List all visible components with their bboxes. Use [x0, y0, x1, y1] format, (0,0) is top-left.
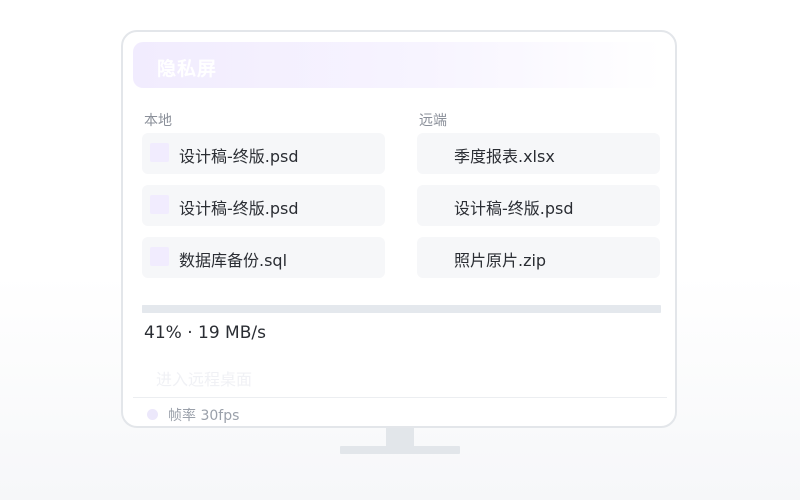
- file-name: 设计稿-终版.psd: [179, 199, 299, 218]
- file-name: 设计稿-终版.psd: [454, 199, 574, 218]
- monitor-stand-neck: [386, 428, 414, 446]
- stage: 隐私屏 本地 远端 设计稿-终版.psd 设计稿-终版.psd 数据库备份.sq…: [0, 0, 800, 500]
- transfer-progress-bar: [142, 305, 661, 313]
- remote-file-item[interactable]: 季度报表.xlsx: [417, 133, 660, 174]
- local-file-item[interactable]: 设计稿-终版.psd: [142, 185, 385, 226]
- remote-file-item[interactable]: 照片原片.zip: [417, 237, 660, 278]
- file-icon: [150, 247, 169, 266]
- title-bar: 隐私屏: [133, 42, 663, 88]
- file-name: 设计稿-终版.psd: [179, 147, 299, 166]
- file-name: 照片原片.zip: [454, 251, 547, 270]
- local-file-item[interactable]: 设计稿-终版.psd: [142, 133, 385, 174]
- local-file-item[interactable]: 数据库备份.sql: [142, 237, 385, 278]
- file-name: 数据库备份.sql: [179, 251, 288, 270]
- monitor-screen: 隐私屏 本地 远端 设计稿-终版.psd 设计稿-终版.psd 数据库备份.sq…: [121, 30, 677, 428]
- file-name: 季度报表.xlsx: [454, 147, 555, 166]
- transfer-progress-fill: [142, 305, 355, 313]
- remote-section-label: 远端: [419, 113, 447, 129]
- remote-file-item[interactable]: 设计稿-终版.psd: [417, 185, 660, 226]
- monitor-stand-base: [340, 446, 460, 454]
- enter-remote-desktop-button[interactable]: 进入远程桌面: [156, 366, 252, 390]
- file-icon: [150, 195, 169, 214]
- window-title: 隐私屏: [157, 58, 218, 80]
- status-dot-icon: [147, 409, 158, 420]
- fps-status: 帧率 30fps: [168, 408, 240, 424]
- divider: [133, 397, 667, 398]
- transfer-status: 41% · 19 MB/s: [144, 323, 266, 343]
- file-icon: [150, 143, 169, 162]
- local-section-label: 本地: [144, 113, 172, 129]
